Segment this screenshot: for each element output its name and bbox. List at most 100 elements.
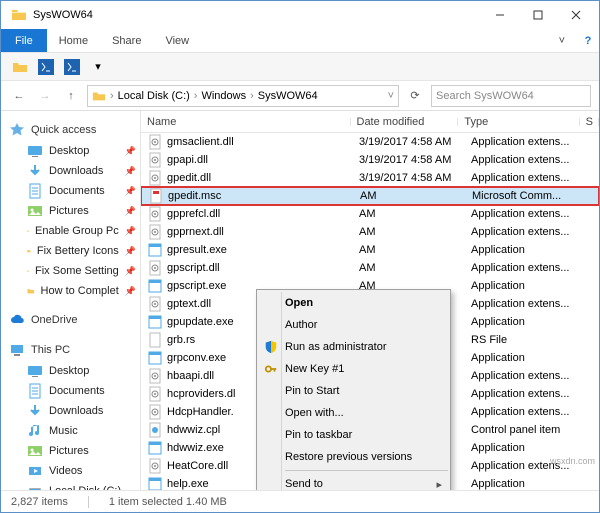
file-name: gpapi.dll (167, 154, 359, 166)
file-icon (147, 296, 163, 312)
file-icon (147, 152, 163, 168)
file-type: Microsoft Comm... (472, 190, 598, 202)
share-tab[interactable]: Share (100, 29, 153, 52)
nav-item[interactable]: Desktop📌 (1, 141, 140, 161)
help-icon[interactable]: ? (577, 29, 599, 52)
nav-item[interactable]: Fix Some Setting📌 (1, 261, 140, 281)
file-row[interactable]: gpapi.dll3/19/2017 4:58 AMApplication ex… (141, 151, 599, 169)
file-type: Application extens... (471, 388, 597, 400)
file-icon (147, 206, 163, 222)
file-row[interactable]: gpscript.dllAMApplication extens... (141, 259, 599, 277)
expand-ribbon-icon[interactable]: ˅ (547, 29, 577, 52)
window-title: SysWOW64 (33, 9, 481, 21)
file-type: Application (471, 280, 597, 292)
nav-item[interactable]: Downloads📌 (1, 161, 140, 181)
refresh-button[interactable]: ⟳ (405, 85, 425, 107)
back-button[interactable]: ← (9, 85, 29, 107)
ctx-label: Run as administrator (285, 341, 387, 353)
crumb[interactable]: Local Disk (C:) (118, 90, 190, 102)
file-type: Application extens... (471, 406, 597, 418)
file-row[interactable]: gmsaclient.dll3/19/2017 4:58 AMApplicati… (141, 133, 599, 151)
file-icon (147, 458, 163, 474)
nav-item[interactable]: Fix Bettery Icons📌 (1, 241, 140, 261)
qat-dropdown-icon[interactable]: ▾ (87, 56, 109, 78)
maximize-button[interactable] (519, 1, 557, 29)
close-button[interactable] (557, 1, 595, 29)
file-icon (147, 422, 163, 438)
forward-button[interactable]: → (35, 85, 55, 107)
nav-item[interactable]: Local Disk (C:) (1, 481, 140, 490)
file-name: gpresult.exe (167, 244, 359, 256)
file-type: Control panel item (471, 424, 597, 436)
crumb[interactable]: Windows (201, 90, 246, 102)
ctx-item[interactable]: Open (259, 292, 448, 314)
nav-onedrive[interactable]: OneDrive (1, 309, 140, 331)
ctx-item[interactable]: Run as administrator (259, 336, 448, 358)
file-type: Application extens... (471, 172, 597, 184)
nav-item[interactable]: Documents (1, 381, 140, 401)
ctx-item[interactable]: Send to▸ (259, 473, 448, 490)
qat-powershell-icon[interactable] (35, 56, 57, 78)
file-icon (147, 404, 163, 420)
nav-item[interactable]: Desktop (1, 361, 140, 381)
ctx-item[interactable]: Restore previous versions (259, 446, 448, 468)
file-icon (147, 170, 163, 186)
col-name[interactable]: Name (141, 116, 351, 128)
nav-item[interactable]: Enable Group Pc📌 (1, 221, 140, 241)
watermark: wsxdn.com (550, 456, 595, 466)
qat-powershell2-icon[interactable] (61, 56, 83, 78)
nav-item[interactable]: Music (1, 421, 140, 441)
file-row[interactable]: gpprnext.dllAMApplication extens... (141, 223, 599, 241)
file-tab[interactable]: File (1, 29, 47, 52)
file-type: Application (471, 244, 597, 256)
file-name: gpscript.dll (167, 262, 359, 274)
ctx-label: Pin to taskbar (285, 429, 352, 441)
ctx-label: Open with... (285, 407, 344, 419)
ctx-item[interactable]: Open with... (259, 402, 448, 424)
nav-item[interactable]: Documents📌 (1, 181, 140, 201)
nav-item[interactable]: Pictures (1, 441, 140, 461)
col-size[interactable]: S (580, 116, 599, 128)
file-row[interactable]: gpprefcl.dllAMApplication extens... (141, 205, 599, 223)
file-date: 3/19/2017 4:58 AM (359, 172, 471, 184)
home-tab[interactable]: Home (47, 29, 100, 52)
file-icon (147, 368, 163, 384)
qat-folder-icon[interactable] (9, 56, 31, 78)
ctx-item[interactable]: New Key #1 (259, 358, 448, 380)
file-row[interactable]: gpedit.dll3/19/2017 4:58 AMApplication e… (141, 169, 599, 187)
status-selection: 1 item selected 1.40 MB (109, 496, 227, 508)
nav-item[interactable]: Downloads (1, 401, 140, 421)
chevron-down-icon[interactable]: ˅ (388, 90, 394, 102)
minimize-button[interactable] (481, 1, 519, 29)
file-icon (147, 332, 163, 348)
nav-this-pc[interactable]: This PC (1, 339, 140, 361)
up-button[interactable]: ↑ (61, 85, 81, 107)
col-type[interactable]: Type (458, 116, 579, 128)
file-type: Application (471, 352, 597, 364)
quick-access-toolbar: ▾ (1, 53, 599, 81)
folder-icon (92, 89, 106, 103)
ctx-item[interactable]: Pin to taskbar (259, 424, 448, 446)
nav-item[interactable]: Pictures📌 (1, 201, 140, 221)
shield-icon (263, 339, 279, 355)
view-tab[interactable]: View (153, 29, 201, 52)
ctx-label: Pin to Start (285, 385, 339, 397)
col-date[interactable]: Date modified (351, 116, 459, 128)
ctx-item[interactable]: Author (259, 314, 448, 336)
breadcrumb[interactable]: ›Local Disk (C:) ›Windows ›SysWOW64 ˅ (87, 85, 399, 107)
crumb[interactable]: SysWOW64 (258, 90, 318, 102)
nav-quick-access[interactable]: Quick access (1, 119, 140, 141)
file-type: Application (471, 316, 597, 328)
ctx-item[interactable]: Pin to Start (259, 380, 448, 402)
file-icon (147, 476, 163, 490)
file-type: Application (471, 478, 597, 490)
file-type: Application extens... (471, 136, 597, 148)
file-row[interactable]: gpresult.exeAMApplication (141, 241, 599, 259)
search-input[interactable]: Search SysWOW64 (431, 85, 591, 107)
nav-item[interactable]: How to Complet📌 (1, 281, 140, 301)
file-icon (147, 314, 163, 330)
status-count: 2,827 items (11, 496, 68, 508)
file-row[interactable]: gpedit.mscAMMicrosoft Comm... (141, 187, 599, 205)
file-icon (147, 350, 163, 366)
nav-item[interactable]: Videos (1, 461, 140, 481)
